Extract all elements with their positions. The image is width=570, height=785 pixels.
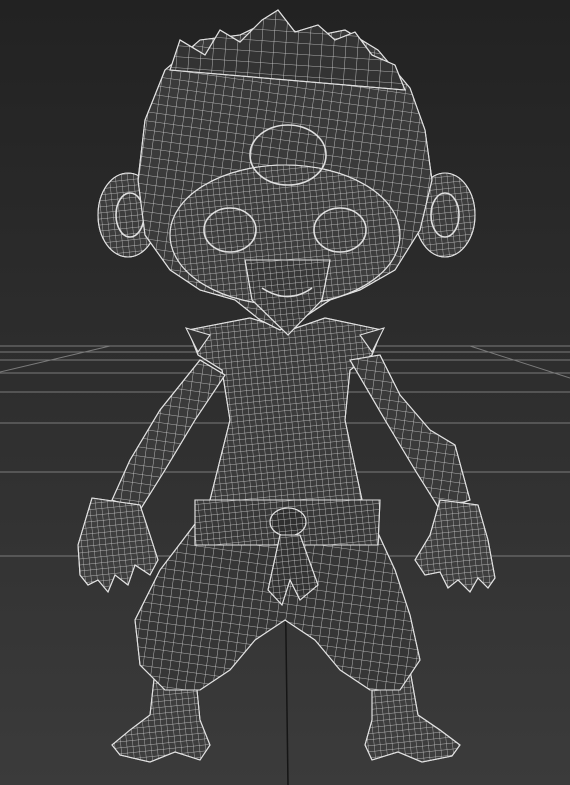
head [137, 9, 433, 336]
right-hand [414, 499, 496, 593]
left-hand [77, 497, 159, 594]
torso [187, 317, 383, 501]
3d-viewport[interactable]: wireframe [0, 0, 570, 785]
left-arm [111, 359, 226, 511]
right-arm [349, 354, 471, 511]
viewport-canvas[interactable] [0, 0, 570, 785]
